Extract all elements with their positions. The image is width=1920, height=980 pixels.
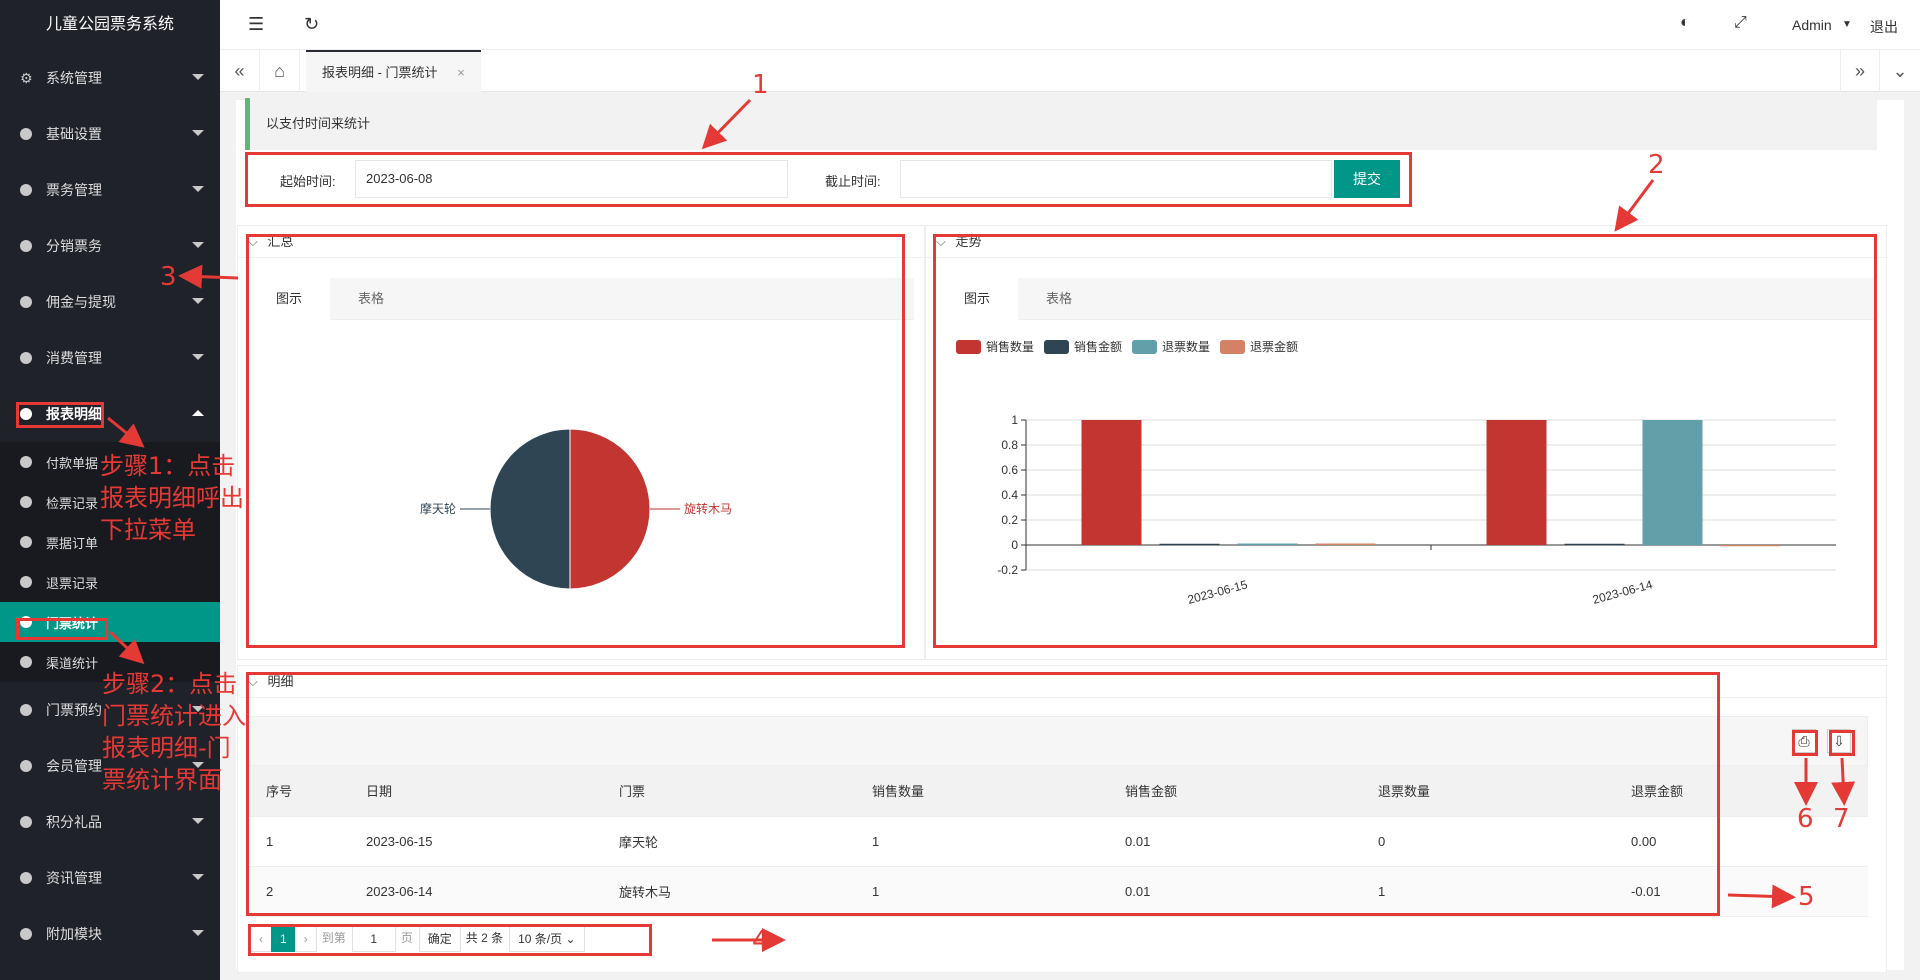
annotation-number: 6 — [1797, 804, 1814, 834]
annotation-number: 3 — [160, 262, 177, 292]
annotation-number: 2 — [1648, 150, 1665, 180]
annotation-arrow — [178, 264, 239, 289]
annotation-number: 1 — [752, 70, 769, 100]
annotation-arrow — [1727, 884, 1796, 909]
annotation-step2: 步骤2：点击门票统计进入报表明细-门票统计界面 — [102, 670, 246, 794]
annotation-number: 4 — [752, 926, 769, 956]
annotation-step1: 步骤1：点击报表明细呼出下拉菜单 — [100, 452, 244, 544]
annotation-arrow — [701, 98, 752, 150]
annotation-number: 5 — [1798, 882, 1815, 912]
annotation-arrow — [1831, 757, 1856, 806]
annotation-arrows — [107, 98, 1856, 952]
annotation-arrow — [107, 416, 145, 448]
annotation-arrow — [108, 630, 145, 665]
annotation-number: 7 — [1833, 804, 1850, 834]
annotation-arrow — [1614, 179, 1655, 232]
